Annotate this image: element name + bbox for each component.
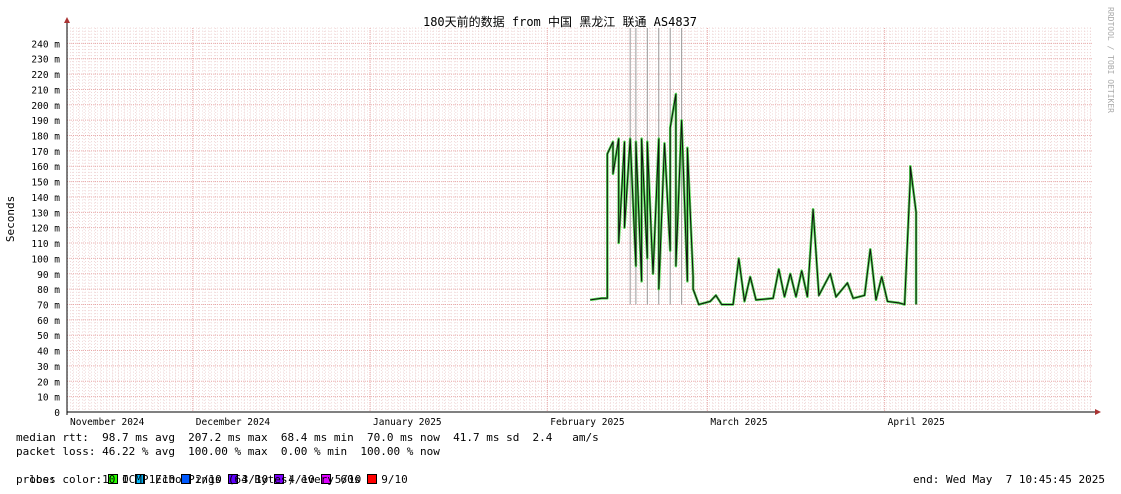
y-tick-label: 30 m [37,362,60,373]
probe-info: probe: 10 ICMP Echo Pings (64 Bytes) eve… [16,473,361,486]
x-tick-label: February 2025 [550,417,624,428]
latency-chart: 0 10 m 20 m 30 m 40 m 50 m 60 m 70 m 80 m 90 m 100… [0,0,1121,430]
y-tick-label: 150 m [31,178,60,189]
y-tick-label: 180 m [31,132,60,143]
y-tick-label: 210 m [31,85,60,96]
loss-color-swatch [367,474,378,484]
packet-loss-stats: packet loss: 46.22 % avg 100.00 % max 0.… [16,445,440,458]
y-tick-label: 120 m [31,224,60,235]
median-rtt-stats: median rtt: 98.7 ms avg 207.2 ms max 68.… [16,431,599,444]
y-tick-label: 220 m [31,70,60,81]
y-axis-title: Seconds [4,196,17,242]
y-tick-label: 110 m [31,239,60,250]
y-tick-label: 240 m [31,39,60,50]
y-tick-label: 10 m [37,393,60,404]
y-tick-label: 70 m [37,300,60,311]
end-timestamp: end: Wed May 7 10:45:45 2025 [912,473,1105,486]
y-tick-label: 80 m [37,285,60,296]
y-tick-label: 0 [54,408,60,419]
y-tick-label: 190 m [31,116,60,127]
y-tick-label: 140 m [31,193,60,204]
y-tick-label: 20 m [37,377,60,388]
y-tick-label: 170 m [31,147,60,158]
y-tick-label: 100 m [31,254,60,265]
y-tick-label: 60 m [37,316,60,327]
x-tick-label: January 2025 [373,417,442,428]
x-tick-label: November 2024 [70,417,145,428]
x-tick-label: December 2024 [196,417,271,428]
y-tick-label: 160 m [31,162,60,173]
watermark: RRDTOOL / TOBI OETIKER [1106,7,1115,113]
y-tick-label: 230 m [31,55,60,66]
chart-title: 180天前的数据 from 中国 黑龙江 联通 AS4837 [423,14,697,29]
x-tick-label: March 2025 [710,417,767,428]
y-tick-label: 40 m [37,347,60,358]
y-tick-label: 200 m [31,101,60,112]
loss-color-swatch-label: 9/10 [381,473,408,486]
y-tick-label: 130 m [31,208,60,219]
y-tick-label: 90 m [37,270,60,281]
x-tick-label: April 2025 [888,417,945,428]
y-tick-label: 50 m [37,331,60,342]
